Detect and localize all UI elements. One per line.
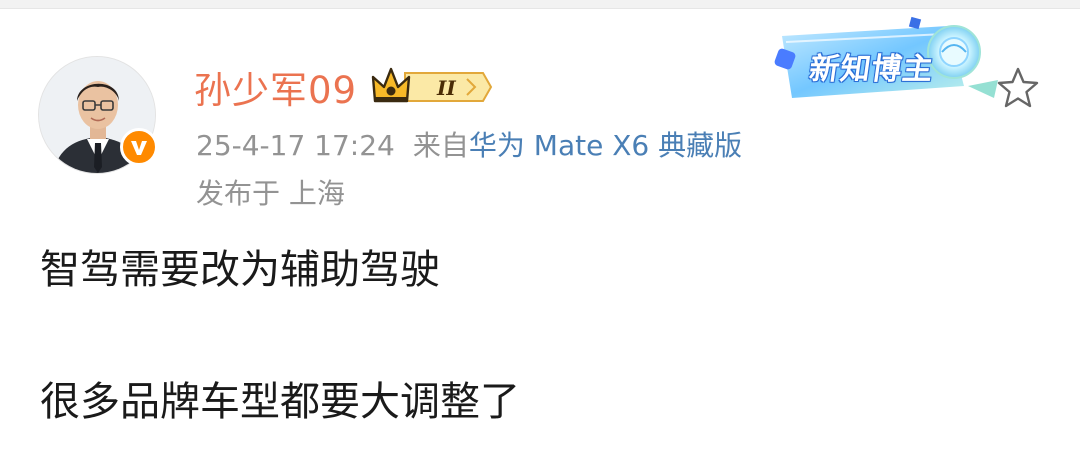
content-line-2: 很多品牌车型都要大调整了 [40, 379, 520, 425]
banner-label: 新知博主 [807, 52, 936, 87]
post-content: 智驾需要改为辅助驾驶 很多品牌车型都要大调整了 [40, 240, 1040, 432]
source-prefix: 来自 [412, 129, 469, 162]
star-outline-icon [997, 67, 1039, 108]
author-name-row: 孙少军09 II [194, 62, 493, 112]
author-avatar[interactable] [38, 56, 158, 174]
verified-v-icon [120, 128, 158, 166]
crown-icon[interactable]: II [371, 65, 493, 109]
new-blogger-banner[interactable]: 新知博主 [772, 14, 1002, 106]
post-timestamp: 25-4-17 17:24 [196, 129, 395, 162]
favorite-button[interactable] [994, 64, 1042, 112]
weibo-post: 孙少军09 II 25-4-17 17:24 来自华为 Mate X6 典藏版 发… [0, 0, 1080, 454]
device-link[interactable]: 华为 Mate X6 典藏版 [469, 129, 742, 162]
level-badge-text: II [436, 76, 456, 100]
post-meta: 25-4-17 17:24 来自华为 Mate X6 典藏版 [196, 124, 742, 164]
author-name[interactable]: 孙少军09 [194, 60, 357, 114]
content-line-1: 智驾需要改为辅助驾驶 [40, 247, 440, 293]
post-location: 发布于 上海 [196, 177, 345, 210]
